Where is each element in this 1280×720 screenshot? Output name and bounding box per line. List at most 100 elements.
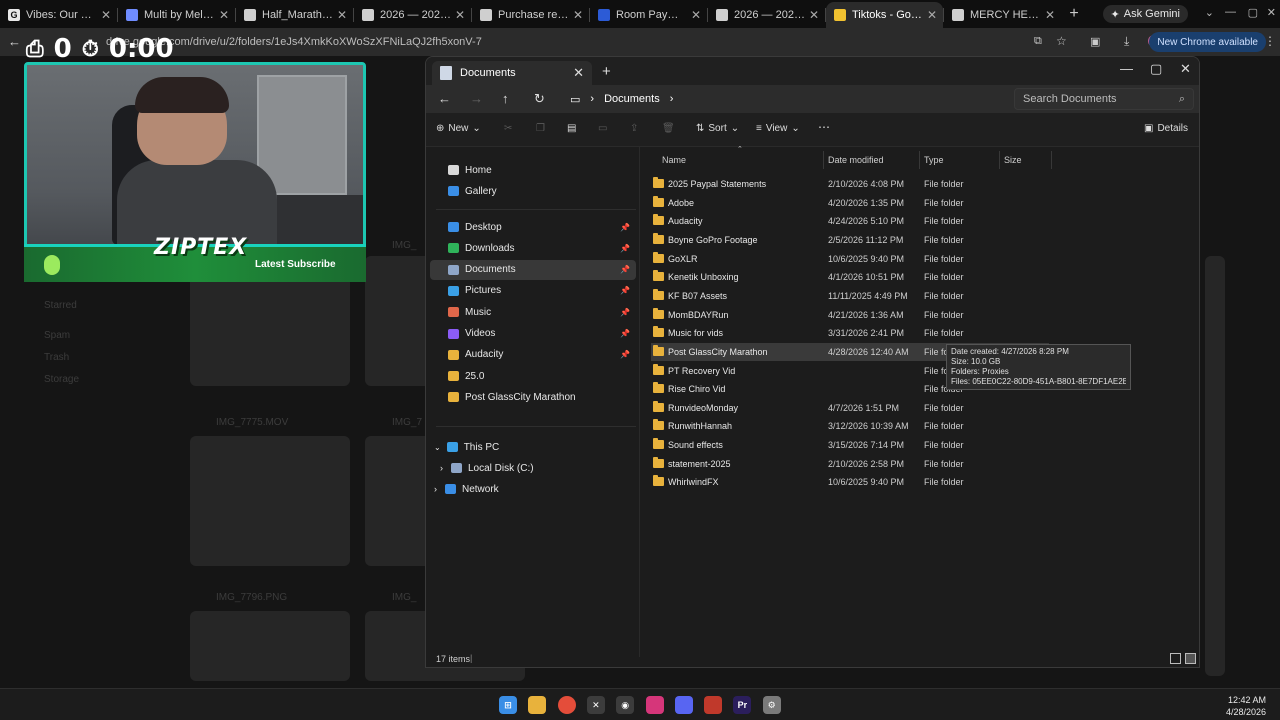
column-date-modified[interactable]: Date modified xyxy=(828,155,884,165)
rename-icon[interactable]: ▭ xyxy=(598,123,607,134)
column-name[interactable]: Name xyxy=(662,155,686,165)
close-tab-icon[interactable]: ✕ xyxy=(219,8,229,22)
view-button[interactable]: ≡ View ⌄ xyxy=(756,123,800,134)
nav-gallery[interactable]: Gallery xyxy=(430,181,636,201)
nav-pinned-item[interactable]: Downloads 📌 xyxy=(430,238,636,258)
file-row[interactable]: Sound effects 3/15/2026 7:14 PM File folde… xyxy=(651,436,1049,454)
nav-pinned-item[interactable]: Post GlassCity Marathon xyxy=(430,387,636,407)
app-o-taskbar-icon[interactable]: ◉ xyxy=(616,696,635,714)
details-button[interactable]: ▣ Details xyxy=(1144,123,1188,134)
file-row[interactable]: WhirlwindFX 10/6/2025 9:40 PM File folder xyxy=(651,473,1049,491)
share-icon[interactable]: ⇪ xyxy=(630,123,638,134)
cast-icon[interactable]: ⧉ xyxy=(1034,35,1042,48)
delete-icon[interactable]: 🗑 xyxy=(662,123,675,134)
chrome-taskbar-icon[interactable] xyxy=(557,696,576,714)
settings-taskbar-icon[interactable]: ⚙ xyxy=(762,696,781,714)
instagram-taskbar-icon[interactable] xyxy=(645,696,664,714)
up-arrow-icon[interactable]: ↑ xyxy=(502,91,509,106)
minimize-icon[interactable]: — xyxy=(1225,6,1236,18)
browser-tab[interactable]: MERCY HEALTH GL ✕ xyxy=(944,2,1061,28)
nav-pinned-item[interactable]: 25.0 xyxy=(430,366,636,386)
pin-icon[interactable]: 📌 xyxy=(620,350,630,359)
browser-tab[interactable]: 2026 — 2026 DICK ✕ xyxy=(354,2,471,28)
maximize-icon[interactable]: ▢ xyxy=(1248,6,1258,19)
close-tab-icon[interactable]: ✕ xyxy=(691,8,701,22)
column-type[interactable]: Type xyxy=(924,155,944,165)
forward-arrow-icon[interactable]: → xyxy=(470,91,483,106)
close-tab-icon[interactable]: ✕ xyxy=(455,8,465,22)
pin-icon[interactable]: 📌 xyxy=(620,223,630,232)
maximize-icon[interactable]: ▢ xyxy=(1150,61,1162,77)
close-tab-icon[interactable]: ✕ xyxy=(101,8,111,22)
file-row[interactable]: MomBDAYRun 4/21/2026 1:36 AM File folder xyxy=(651,306,1049,324)
copy-icon[interactable]: ❐ xyxy=(536,123,545,134)
nav-home[interactable]: Home xyxy=(430,160,636,180)
back-arrow-icon[interactable]: ← xyxy=(438,91,451,106)
explorer-taskbar-icon[interactable] xyxy=(528,696,547,714)
new-tab-button[interactable]: + xyxy=(1061,5,1087,23)
browser-tab[interactable]: G Vibes: Our Themed ✕ xyxy=(0,2,117,28)
app-red-taskbar-icon[interactable] xyxy=(704,696,723,714)
file-row[interactable]: KF B07 Assets 11/11/2025 4:49 PM File fold… xyxy=(651,287,1049,305)
ask-gemini-button[interactable]: ✦ Ask Gemini xyxy=(1102,5,1188,23)
pin-icon[interactable]: 📌 xyxy=(620,308,630,317)
nav-pinned-item[interactable]: Music 📌 xyxy=(430,302,636,322)
breadcrumb-documents[interactable]: Documents xyxy=(604,93,660,105)
details-view-icon[interactable] xyxy=(1170,653,1181,664)
explorer-tab[interactable]: Documents ✕ xyxy=(432,61,592,85)
browser-tab[interactable]: Tiktoks - Google D ✕ xyxy=(826,2,943,28)
cut-icon[interactable]: ✂ xyxy=(504,123,512,134)
column-size[interactable]: Size xyxy=(1004,155,1022,165)
nav-local-disk[interactable]: › Local Disk (C:) xyxy=(430,458,636,478)
more-menu-icon[interactable]: ⋮ xyxy=(1264,34,1276,48)
close-tab-icon[interactable]: ✕ xyxy=(573,65,584,81)
close-tab-icon[interactable]: ✕ xyxy=(927,8,937,22)
discord-taskbar-icon[interactable] xyxy=(674,696,693,714)
close-icon[interactable]: ✕ xyxy=(1267,6,1276,19)
system-clock[interactable]: 12:42 AM 4/28/2026 xyxy=(1226,694,1266,718)
nav-network[interactable]: › Network xyxy=(430,479,636,499)
browser-tab[interactable]: Room Payment - D ✕ xyxy=(590,2,707,28)
nav-pinned-item[interactable]: Videos 📌 xyxy=(430,324,636,344)
file-row[interactable]: RunwithHannah 3/12/2026 10:39 AM File fold… xyxy=(651,417,1049,435)
browser-tab[interactable]: Half_Marathon_Ele ✕ xyxy=(236,2,353,28)
file-row[interactable]: Boyne GoPro Footage 2/5/2026 11:12 PM File… xyxy=(651,231,1049,249)
pin-icon[interactable]: 📌 xyxy=(620,265,630,274)
close-tab-icon[interactable]: ✕ xyxy=(573,8,583,22)
address-breadcrumb[interactable]: ▭ › Documents › xyxy=(566,88,1006,110)
new-tab-icon[interactable]: + xyxy=(602,63,611,80)
new-button[interactable]: ⊕ New ⌄ xyxy=(436,123,481,134)
premiere-taskbar-icon[interactable]: Pr xyxy=(733,696,752,714)
bookmark-star-icon[interactable]: ☆ xyxy=(1056,34,1067,48)
sort-button[interactable]: ⇅ Sort ⌄ xyxy=(696,123,739,134)
file-row[interactable]: Music for vids 3/31/2026 2:41 PM File fold… xyxy=(651,324,1049,342)
nav-pinned-item[interactable]: Desktop 📌 xyxy=(430,217,636,237)
close-tab-icon[interactable]: ✕ xyxy=(1045,8,1055,22)
refresh-icon[interactable]: ↻ xyxy=(534,91,545,107)
nav-this-pc[interactable]: ⌄ This PC xyxy=(430,437,636,457)
file-row[interactable]: Kenetik Unboxing 4/1/2026 10:51 PM File fo… xyxy=(651,268,1049,286)
pin-icon[interactable]: 📌 xyxy=(620,244,630,253)
tab-search-icon[interactable]: ▣ xyxy=(1090,35,1100,48)
search-input[interactable]: Search Documents ⌕ xyxy=(1014,88,1194,110)
paste-icon[interactable]: ▤ xyxy=(567,123,576,134)
browser-tab[interactable]: 2026 — 2026 DICK ✕ xyxy=(708,2,825,28)
file-row[interactable]: GoXLR 10/6/2025 9:40 PM File folder xyxy=(651,250,1049,268)
pin-icon[interactable]: 📌 xyxy=(620,286,630,295)
more-options-icon[interactable]: ⋯ xyxy=(818,120,830,134)
nav-pinned-item[interactable]: Audacity 📌 xyxy=(430,345,636,365)
tiles-view-icon[interactable] xyxy=(1185,653,1196,664)
nav-pinned-item[interactable]: Pictures 📌 xyxy=(430,281,636,301)
file-row[interactable]: Audacity 4/24/2026 5:10 PM File folder xyxy=(651,212,1049,230)
download-icon[interactable]: ⤓ xyxy=(1124,34,1129,49)
app-x-taskbar-icon[interactable]: ✕ xyxy=(586,696,605,714)
nav-pinned-item[interactable]: Documents 📌 xyxy=(430,259,636,280)
start-taskbar-icon[interactable]: ⊞ xyxy=(499,696,517,714)
new-chrome-available-button[interactable]: New Chrome available xyxy=(1149,32,1266,52)
file-row[interactable]: Adobe 4/20/2026 1:35 PM File folder xyxy=(651,194,1049,212)
browser-tab[interactable]: Multi by Meld - Da ✕ xyxy=(118,2,235,28)
minimize-icon[interactable]: — xyxy=(1120,61,1133,76)
file-row[interactable]: statement-2025 2/10/2026 2:58 PM File fold… xyxy=(651,455,1049,473)
chevron-down-icon[interactable]: ⌄ xyxy=(1205,6,1214,19)
file-row[interactable]: 2025 Paypal Statements 2/10/2026 4:08 PM F… xyxy=(651,175,1049,193)
